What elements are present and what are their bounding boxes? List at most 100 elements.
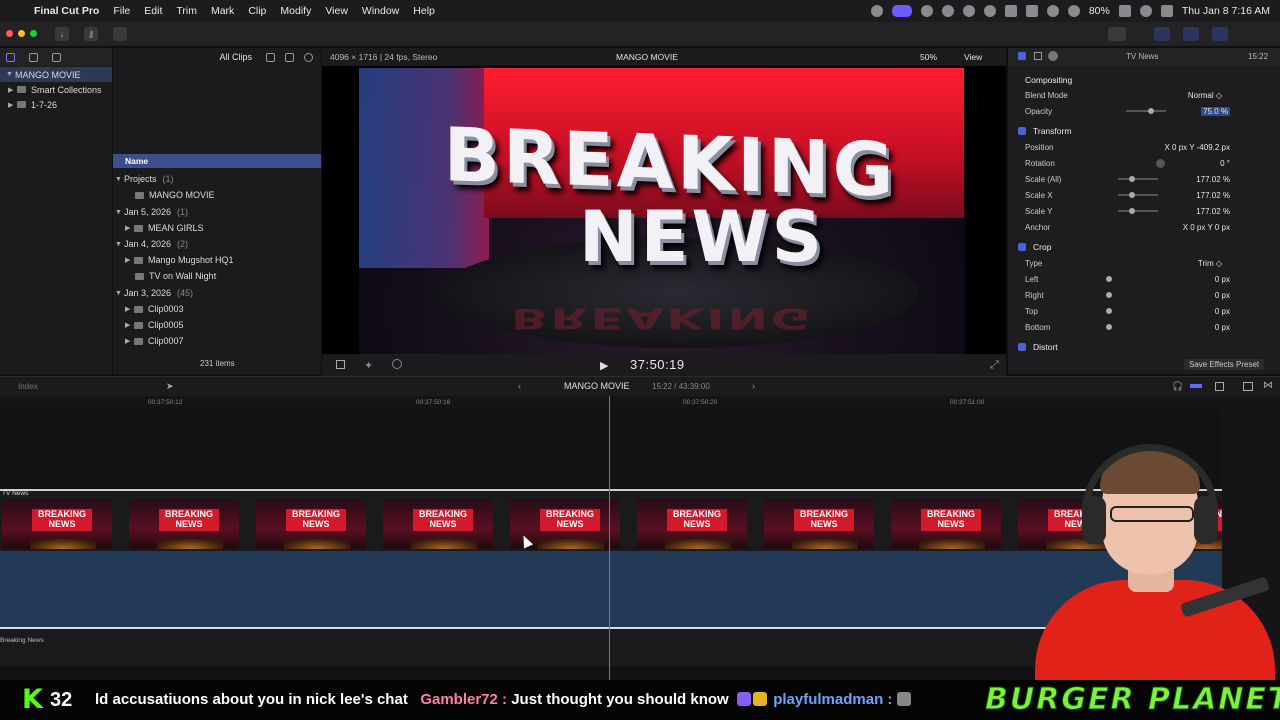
list-item[interactable]: ▶ MEAN GIRLS <box>113 220 321 236</box>
back-arrow-icon[interactable]: ‹ <box>518 381 521 391</box>
menu-app[interactable]: Final Cut Pro <box>34 5 99 17</box>
display-icon[interactable] <box>1025 5 1038 17</box>
disclosure-icon[interactable]: ▶ <box>8 86 17 94</box>
index-button[interactable]: Index <box>18 382 38 391</box>
keywords-icon[interactable]: ⚷ <box>84 27 98 41</box>
list-item[interactable]: ▶ Clip0003 <box>113 301 321 317</box>
save-effects-preset-button[interactable]: Save Effects Preset <box>1184 359 1265 370</box>
scale-all-slider[interactable] <box>1118 178 1158 180</box>
titles-tab-icon[interactable] <box>52 52 61 62</box>
libraries-tab-icon[interactable] <box>6 52 15 62</box>
list-item[interactable]: MANGO MOVIE <box>113 187 321 203</box>
opacity-row[interactable]: Opacity 75.0 % <box>1008 103 1280 119</box>
rotation-row[interactable]: Rotation 0 ° <box>1008 155 1280 171</box>
crop-top-value[interactable]: 0 px <box>1215 307 1230 316</box>
search-icon[interactable] <box>304 52 313 62</box>
list-item[interactable]: TV on Wall Night <box>113 268 321 284</box>
menu-clip[interactable]: Clip <box>248 5 266 17</box>
menu-trim[interactable]: Trim <box>176 5 197 17</box>
crop-right-value[interactable]: 0 px <box>1215 291 1230 300</box>
crop-type-row[interactable]: Type Trim ◇ <box>1008 255 1280 271</box>
speed-icon[interactable] <box>392 359 402 369</box>
opacity-slider[interactable] <box>1126 110 1166 112</box>
blend-mode-dropdown[interactable]: Normal ◇ <box>1188 91 1222 100</box>
spotlight-icon[interactable] <box>1139 5 1152 17</box>
menu-help[interactable]: Help <box>413 5 435 17</box>
list-item[interactable]: ▶ Mango Mugshot HQ1 <box>113 252 321 268</box>
compositing-section[interactable]: Compositing <box>1008 72 1280 88</box>
disclosure-icon[interactable]: ▼ <box>115 176 124 183</box>
control-center-icon[interactable] <box>1160 5 1173 17</box>
library-item[interactable]: ▼ MANGO MOVIE <box>0 67 112 82</box>
menu-clock[interactable]: Thu Jan 8 7:16 AM <box>1182 5 1270 17</box>
forward-arrow-icon[interactable]: › <box>752 381 755 391</box>
status-icon[interactable] <box>870 5 883 17</box>
audio-icon[interactable]: 🎧 <box>1172 381 1183 392</box>
info-icon[interactable] <box>1048 51 1058 61</box>
viewer[interactable]: BREAKING NEWS BREAKING <box>322 66 1006 354</box>
disclosure-icon[interactable]: ▼ <box>115 209 124 216</box>
playhead[interactable] <box>609 396 610 680</box>
play-button[interactable]: ▶ <box>600 359 608 372</box>
status-icon[interactable] <box>941 5 954 17</box>
slider-knob[interactable] <box>1129 176 1135 182</box>
disclosure-icon[interactable]: ▼ <box>115 290 124 297</box>
background-tasks-icon[interactable] <box>113 27 127 41</box>
crop-left-row[interactable]: Left 0 px <box>1008 271 1280 287</box>
transform-section[interactable]: Transform <box>1008 123 1280 139</box>
menu-mark[interactable]: Mark <box>211 5 234 17</box>
group-row[interactable]: ▼ Projects (1) <box>113 171 321 187</box>
scale-x-value[interactable]: 177.02 % <box>1196 191 1230 200</box>
video-inspector-icon[interactable] <box>1018 52 1026 60</box>
crop-bottom-row[interactable]: Bottom 0 px <box>1008 319 1280 335</box>
disclosure-icon[interactable]: ▼ <box>115 241 124 248</box>
smart-collections-item[interactable]: ▶ Smart Collections <box>0 82 112 97</box>
name-column-header[interactable]: Name <box>113 154 321 168</box>
bluetooth-icon[interactable] <box>1046 5 1059 17</box>
disclosure-icon[interactable]: ▶ <box>125 256 134 264</box>
minimize-window-button[interactable] <box>18 30 25 37</box>
fullscreen-icon[interactable]: ⤢ <box>990 359 999 372</box>
timecode-display[interactable]: 37:50:19 <box>630 357 685 372</box>
group-row[interactable]: ▼ Jan 5, 2026 (1) <box>113 204 321 220</box>
battery-icon[interactable] <box>1118 5 1131 17</box>
menu-file[interactable]: File <box>113 5 130 17</box>
status-icon[interactable] <box>920 5 933 17</box>
layout-timeline-icon[interactable] <box>1183 27 1199 41</box>
scale-all-row[interactable]: Scale (All) 177.02 % <box>1008 171 1280 187</box>
disclosure-icon[interactable]: ▶ <box>125 305 134 313</box>
distort-section[interactable]: Distort <box>1008 339 1280 355</box>
view-dropdown[interactable]: View <box>964 52 982 62</box>
disclosure-icon[interactable]: ▶ <box>125 321 134 329</box>
play-icon[interactable] <box>962 5 975 17</box>
status-icon[interactable] <box>1004 5 1017 17</box>
effects-browser-icon[interactable] <box>1243 382 1253 391</box>
screen-record-icon[interactable] <box>891 5 912 17</box>
timeline-ruler[interactable]: 00:37:50:12 00:37:50:16 00:37:50:20 00:3… <box>0 396 1222 410</box>
transitions-icon[interactable]: ⋈ <box>1263 380 1273 391</box>
slider-knob[interactable] <box>1106 292 1112 298</box>
crop-left-value[interactable]: 0 px <box>1215 275 1230 284</box>
rotation-dial[interactable] <box>1156 159 1165 168</box>
crop-top-row[interactable]: Top 0 px <box>1008 303 1280 319</box>
scale-x-row[interactable]: Scale X 177.02 % <box>1008 187 1280 203</box>
anchor-row[interactable]: Anchor X 0 px Y 0 px <box>1008 219 1280 235</box>
layout-browser-icon[interactable] <box>1154 27 1170 41</box>
opacity-value[interactable]: 75.0 % <box>1201 107 1230 116</box>
group-row[interactable]: ▼ Jan 4, 2026 (2) <box>113 236 321 252</box>
scale-x-slider[interactable] <box>1118 194 1158 196</box>
group-row[interactable]: ▼ Jan 3, 2026 (45) <box>113 285 321 301</box>
crop-checkbox[interactable] <box>1018 243 1026 251</box>
transform-checkbox[interactable] <box>1018 127 1026 135</box>
transform-tool-icon[interactable] <box>336 360 345 369</box>
slider-knob[interactable] <box>1148 108 1154 114</box>
timeline-project-title[interactable]: MANGO MOVIE <box>564 381 630 391</box>
clip-appearance-icon[interactable] <box>285 52 294 62</box>
list-view-icon[interactable] <box>266 52 275 62</box>
crop-type-dropdown[interactable]: Trim ◇ <box>1198 259 1222 268</box>
disclosure-icon[interactable]: ▶ <box>125 337 134 345</box>
menu-view[interactable]: View <box>325 5 348 17</box>
clip-appearance-icon[interactable] <box>1215 382 1224 391</box>
crop-right-row[interactable]: Right 0 px <box>1008 287 1280 303</box>
slider-knob[interactable] <box>1129 208 1135 214</box>
